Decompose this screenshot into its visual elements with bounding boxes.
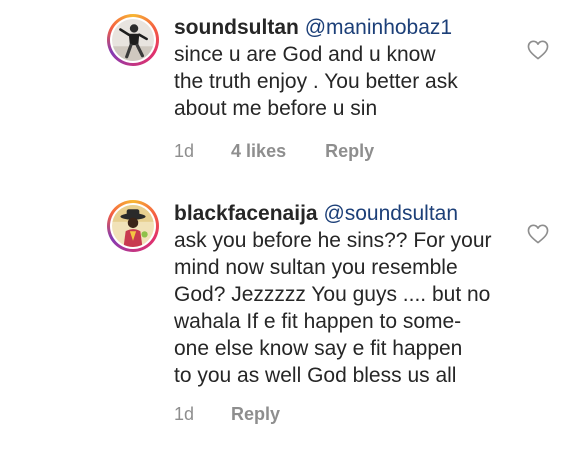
comment-body: soundsultan @maninhobaz1 since u are God… bbox=[174, 14, 514, 122]
comment-text-line: the truth enjoy . You better ask bbox=[174, 70, 458, 93]
heart-outline-icon[interactable] bbox=[527, 224, 549, 244]
comment-text-line: God? Jezzzzz You guys .... but no bbox=[174, 283, 491, 306]
comment-text-line: since u are God and u know bbox=[174, 43, 436, 66]
comment-mention[interactable]: @soundsultan bbox=[323, 202, 458, 225]
comment-likes-count[interactable]: 4 likes bbox=[231, 141, 286, 162]
person-pose-avatar-icon bbox=[112, 19, 154, 61]
comment-timestamp: 1d bbox=[174, 141, 195, 161]
hat-person-avatar-icon bbox=[112, 205, 154, 247]
avatar[interactable] bbox=[107, 200, 159, 252]
comment-username[interactable]: blackfacenaija bbox=[174, 202, 318, 225]
avatar[interactable] bbox=[107, 14, 159, 66]
comment-meta: 1d 4 likes Reply bbox=[174, 141, 374, 162]
comment-text-line: wahala If e fit happen to some- bbox=[174, 310, 462, 333]
heart-outline-icon[interactable] bbox=[527, 40, 549, 60]
comment-text-line: ask you before he sins?? For your bbox=[174, 229, 492, 252]
reply-button[interactable]: Reply bbox=[231, 404, 280, 425]
comment-timestamp: 1d bbox=[174, 404, 195, 424]
comment-body: blackfacenaija @soundsultan ask you befo… bbox=[174, 200, 514, 389]
comment-mention[interactable]: @maninhobaz1 bbox=[305, 16, 452, 39]
comment-text-line: about me before u sin bbox=[174, 97, 378, 120]
comment-text-line: one else know say e fit happen bbox=[174, 337, 463, 360]
comment-text-line: to you as well God bless us all bbox=[174, 364, 457, 387]
comments-screen: soundsultan @maninhobaz1 since u are God… bbox=[0, 0, 584, 450]
reply-button[interactable]: Reply bbox=[325, 141, 374, 162]
comment-username[interactable]: soundsultan bbox=[174, 16, 299, 39]
comment-text-line: mind now sultan you resemble bbox=[174, 256, 458, 279]
comment-meta: 1d Reply bbox=[174, 404, 280, 425]
